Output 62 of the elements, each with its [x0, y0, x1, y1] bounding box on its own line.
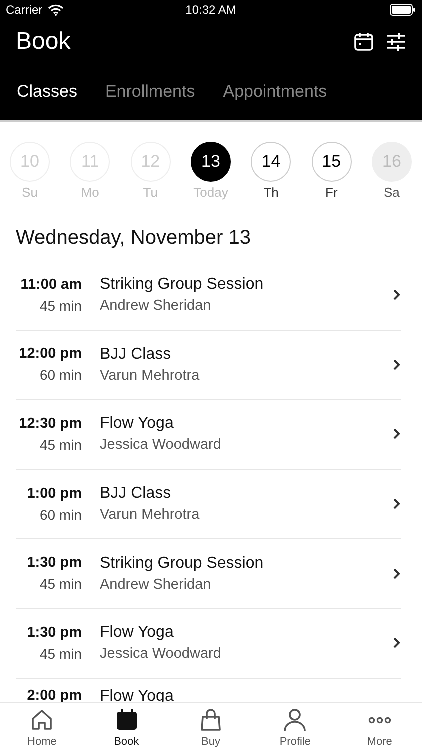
instructor-name: Jessica Woodward — [100, 437, 222, 454]
class-name: BJJ Class — [100, 346, 172, 364]
carrier-name: Carrier — [6, 3, 43, 17]
instructor-name: Jessica Woodward — [100, 646, 222, 662]
tab[interactable]: Classes — [17, 82, 78, 102]
class-time: 12:00 pm — [19, 346, 82, 362]
class-time: 12:30 pm — [19, 416, 82, 432]
class-duration: 60 min — [40, 367, 82, 384]
filter-icon[interactable] — [386, 32, 406, 52]
instructor-name: Andrew Sheridan — [100, 298, 212, 314]
class-name: Flow Yoga — [100, 415, 175, 434]
instructor-name: Varun Mehrotra — [100, 368, 201, 384]
class-time: 1:00 pm — [27, 486, 82, 502]
chevron-icon — [393, 428, 401, 440]
weekday-label: Mo — [81, 185, 100, 200]
class-name: Striking Group Session — [100, 276, 265, 294]
person-icon — [283, 708, 308, 732]
class-time: 11:00 am — [20, 276, 82, 293]
chevron-icon — [393, 358, 401, 371]
class-name: BJJ Class — [100, 485, 172, 504]
tab-bar-item[interactable]: Home — [0, 703, 84, 750]
day-button[interactable]: 15 — [312, 142, 352, 182]
weekday-label: Sa — [384, 185, 400, 200]
chevron-icon — [393, 568, 401, 580]
calendar-icon — [114, 708, 139, 732]
class-name: Flow Yoga — [100, 624, 175, 642]
weekday-label: Today — [194, 185, 228, 200]
class-duration: 45 min — [40, 298, 82, 314]
shopping-bag-icon — [199, 708, 224, 732]
weekday-label: Tu — [143, 185, 158, 200]
tab[interactable]: Enrollments — [105, 82, 196, 102]
class-time: 1:30 pm — [27, 555, 82, 572]
class-duration: 45 min — [40, 576, 82, 592]
clock-time: 10:32 AM — [186, 3, 236, 17]
tab-bar-item[interactable]: Buy — [168, 703, 254, 750]
instructor-name: Andrew Sheridan — [100, 576, 212, 593]
weekday-label: Th — [264, 185, 279, 200]
tab[interactable]: Appointments — [223, 82, 328, 102]
instructor-name: Varun Mehrotra — [100, 507, 201, 524]
chevron-icon — [393, 289, 401, 302]
tab-bar-item[interactable]: Profile — [253, 703, 338, 750]
class-time: 2:00 pm — [27, 688, 82, 704]
class-duration: 45 min — [40, 436, 82, 453]
chevron-icon — [393, 498, 401, 510]
calendar-icon[interactable] — [354, 32, 374, 52]
weekday-label: Fr — [326, 185, 338, 200]
class-time: 1:30 pm — [27, 624, 82, 641]
page-title: Book — [16, 28, 72, 56]
day-button[interactable]: 14 — [251, 142, 292, 182]
tab-bar-item[interactable]: Book — [84, 703, 169, 750]
wifi-icon — [48, 4, 64, 16]
more-icon — [368, 716, 392, 724]
class-duration: 60 min — [40, 506, 82, 523]
class-name: Striking Group Session — [100, 554, 265, 573]
date-heading: Wednesday, November 13 — [16, 227, 252, 250]
class-duration: 45 min — [40, 646, 82, 662]
weekday-label: Su — [22, 185, 38, 200]
chevron-icon — [393, 637, 401, 650]
day-button[interactable]: 13 — [190, 142, 231, 182]
house-icon — [30, 708, 54, 732]
battery-icon — [390, 4, 416, 16]
tab-bar-item[interactable]: More — [338, 703, 422, 750]
